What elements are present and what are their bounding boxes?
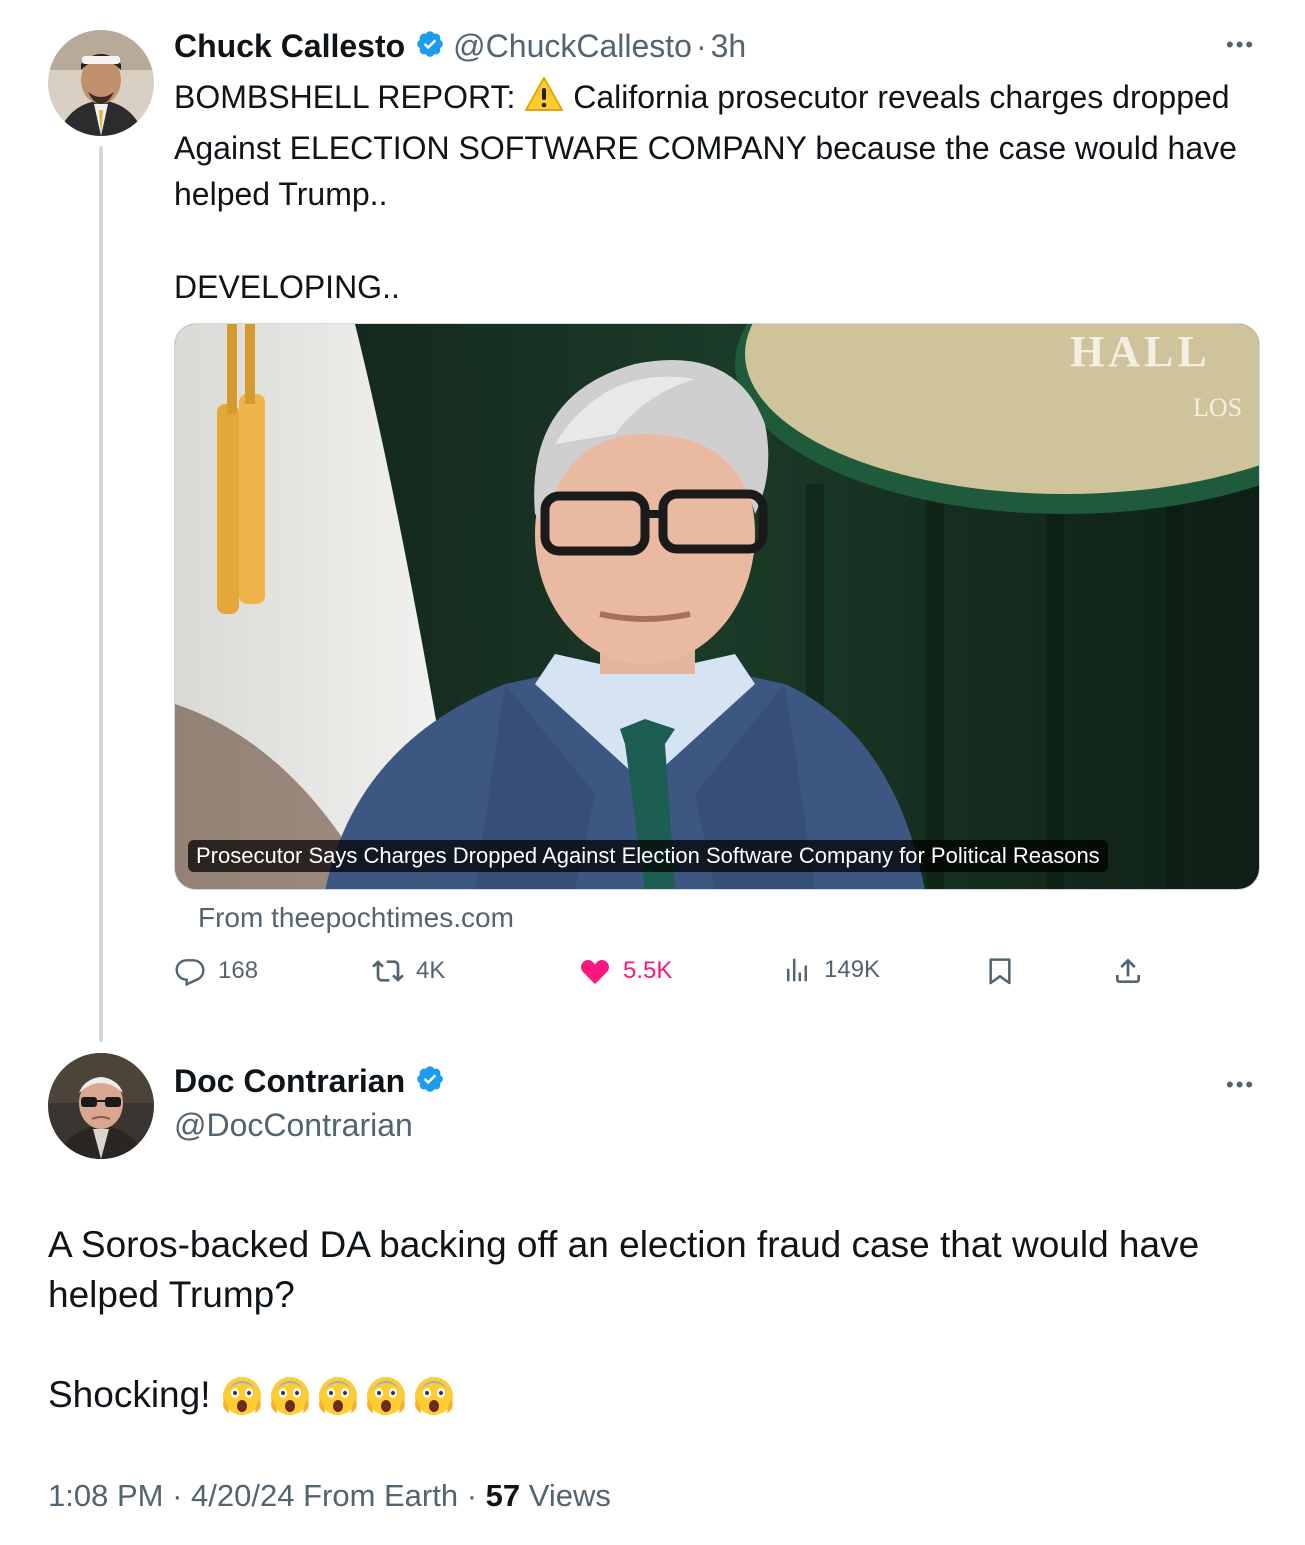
tweet1-header: Chuck Callesto @ChuckCallesto · 3h (174, 26, 746, 66)
views-label: Views (520, 1478, 611, 1513)
dot-separator: · (695, 27, 707, 64)
tweet2-text-line2-wrap: Shocking! (48, 1370, 1268, 1430)
tweet1-text-start: BOMBSHELL REPORT: (174, 79, 525, 115)
tweet1-text-developing: DEVELOPING.. (174, 268, 400, 305)
more-dots-icon[interactable]: ••• (1226, 1074, 1255, 1096)
repost-icon (372, 955, 404, 987)
tweet2-meta: 1:08 PM · 4/20/24 From Earth · 57 Views (48, 1478, 611, 1514)
meta-separator: · (163, 1478, 192, 1513)
like-count: 5.5K (623, 957, 673, 984)
link-card-source[interactable]: From theepochtimes.com (198, 902, 514, 934)
reply-count: 168 (218, 957, 259, 984)
author-name[interactable]: Doc Contrarian (174, 1063, 405, 1100)
views-count: 57 (485, 1478, 521, 1513)
reply-button[interactable]: 168 (174, 955, 258, 987)
tweet1-action-bar: 168 4K 5.5K 149K (174, 955, 1154, 995)
tweet2-text-shocking: Shocking! (48, 1374, 211, 1415)
tweet1-text: BOMBSHELL REPORT: California prosecutor … (174, 74, 1254, 310)
link-card-caption[interactable]: Prosecutor Says Charges Dropped Against … (188, 840, 1108, 872)
views-count: 149K (824, 956, 881, 983)
timestamp[interactable]: 3h (711, 28, 747, 65)
heart-filled-icon (579, 955, 611, 987)
reply-icon (174, 955, 206, 987)
bookmark-button[interactable] (984, 955, 1016, 987)
link-card-image[interactable]: HALL LOS (174, 323, 1260, 890)
verified-badge-icon (415, 1064, 445, 1099)
author-name[interactable]: Chuck Callesto (174, 28, 405, 65)
avatar-chuck-callesto[interactable] (48, 30, 154, 136)
verified-badge-icon (415, 29, 445, 64)
meta-separator: · (458, 1478, 486, 1513)
screaming-face-emoji-icon (413, 1375, 455, 1430)
post-source: From Earth (294, 1478, 459, 1513)
views-button[interactable]: 149K (782, 955, 880, 985)
screaming-face-emoji-icon (317, 1375, 359, 1430)
seal-text-hall: HALL (1070, 327, 1211, 376)
more-dots-icon[interactable]: ••• (1226, 34, 1255, 56)
thread-connector-line (99, 146, 103, 1042)
post-time[interactable]: 1:08 PM (48, 1478, 163, 1513)
share-button[interactable] (1112, 955, 1144, 987)
warning-emoji-icon (524, 76, 564, 125)
repost-button[interactable]: 4K (372, 955, 445, 987)
tweet2-text-line1: A Soros-backed DA backing off an electio… (48, 1224, 1200, 1315)
screaming-face-emoji-row (221, 1375, 455, 1430)
screaming-face-emoji-icon (269, 1375, 311, 1430)
like-button[interactable]: 5.5K (579, 955, 672, 987)
tweet2-text: A Soros-backed DA backing off an electio… (48, 1220, 1268, 1430)
screaming-face-emoji-icon (365, 1375, 407, 1430)
share-upload-icon (1112, 955, 1144, 987)
screaming-face-emoji-icon (221, 1375, 263, 1430)
post-date[interactable]: 4/20/24 (191, 1478, 294, 1513)
tweet2-author-row: Doc Contrarian (174, 1063, 445, 1100)
repost-count: 4K (416, 957, 446, 984)
author-handle[interactable]: @DocContrarian (174, 1107, 413, 1144)
author-handle[interactable]: @ChuckCallesto (453, 28, 692, 65)
seal-text-los: LOS (1193, 393, 1242, 422)
avatar-doc-contrarian[interactable] (48, 1053, 154, 1159)
bookmark-icon (984, 955, 1016, 987)
views-chart-icon (782, 955, 812, 985)
